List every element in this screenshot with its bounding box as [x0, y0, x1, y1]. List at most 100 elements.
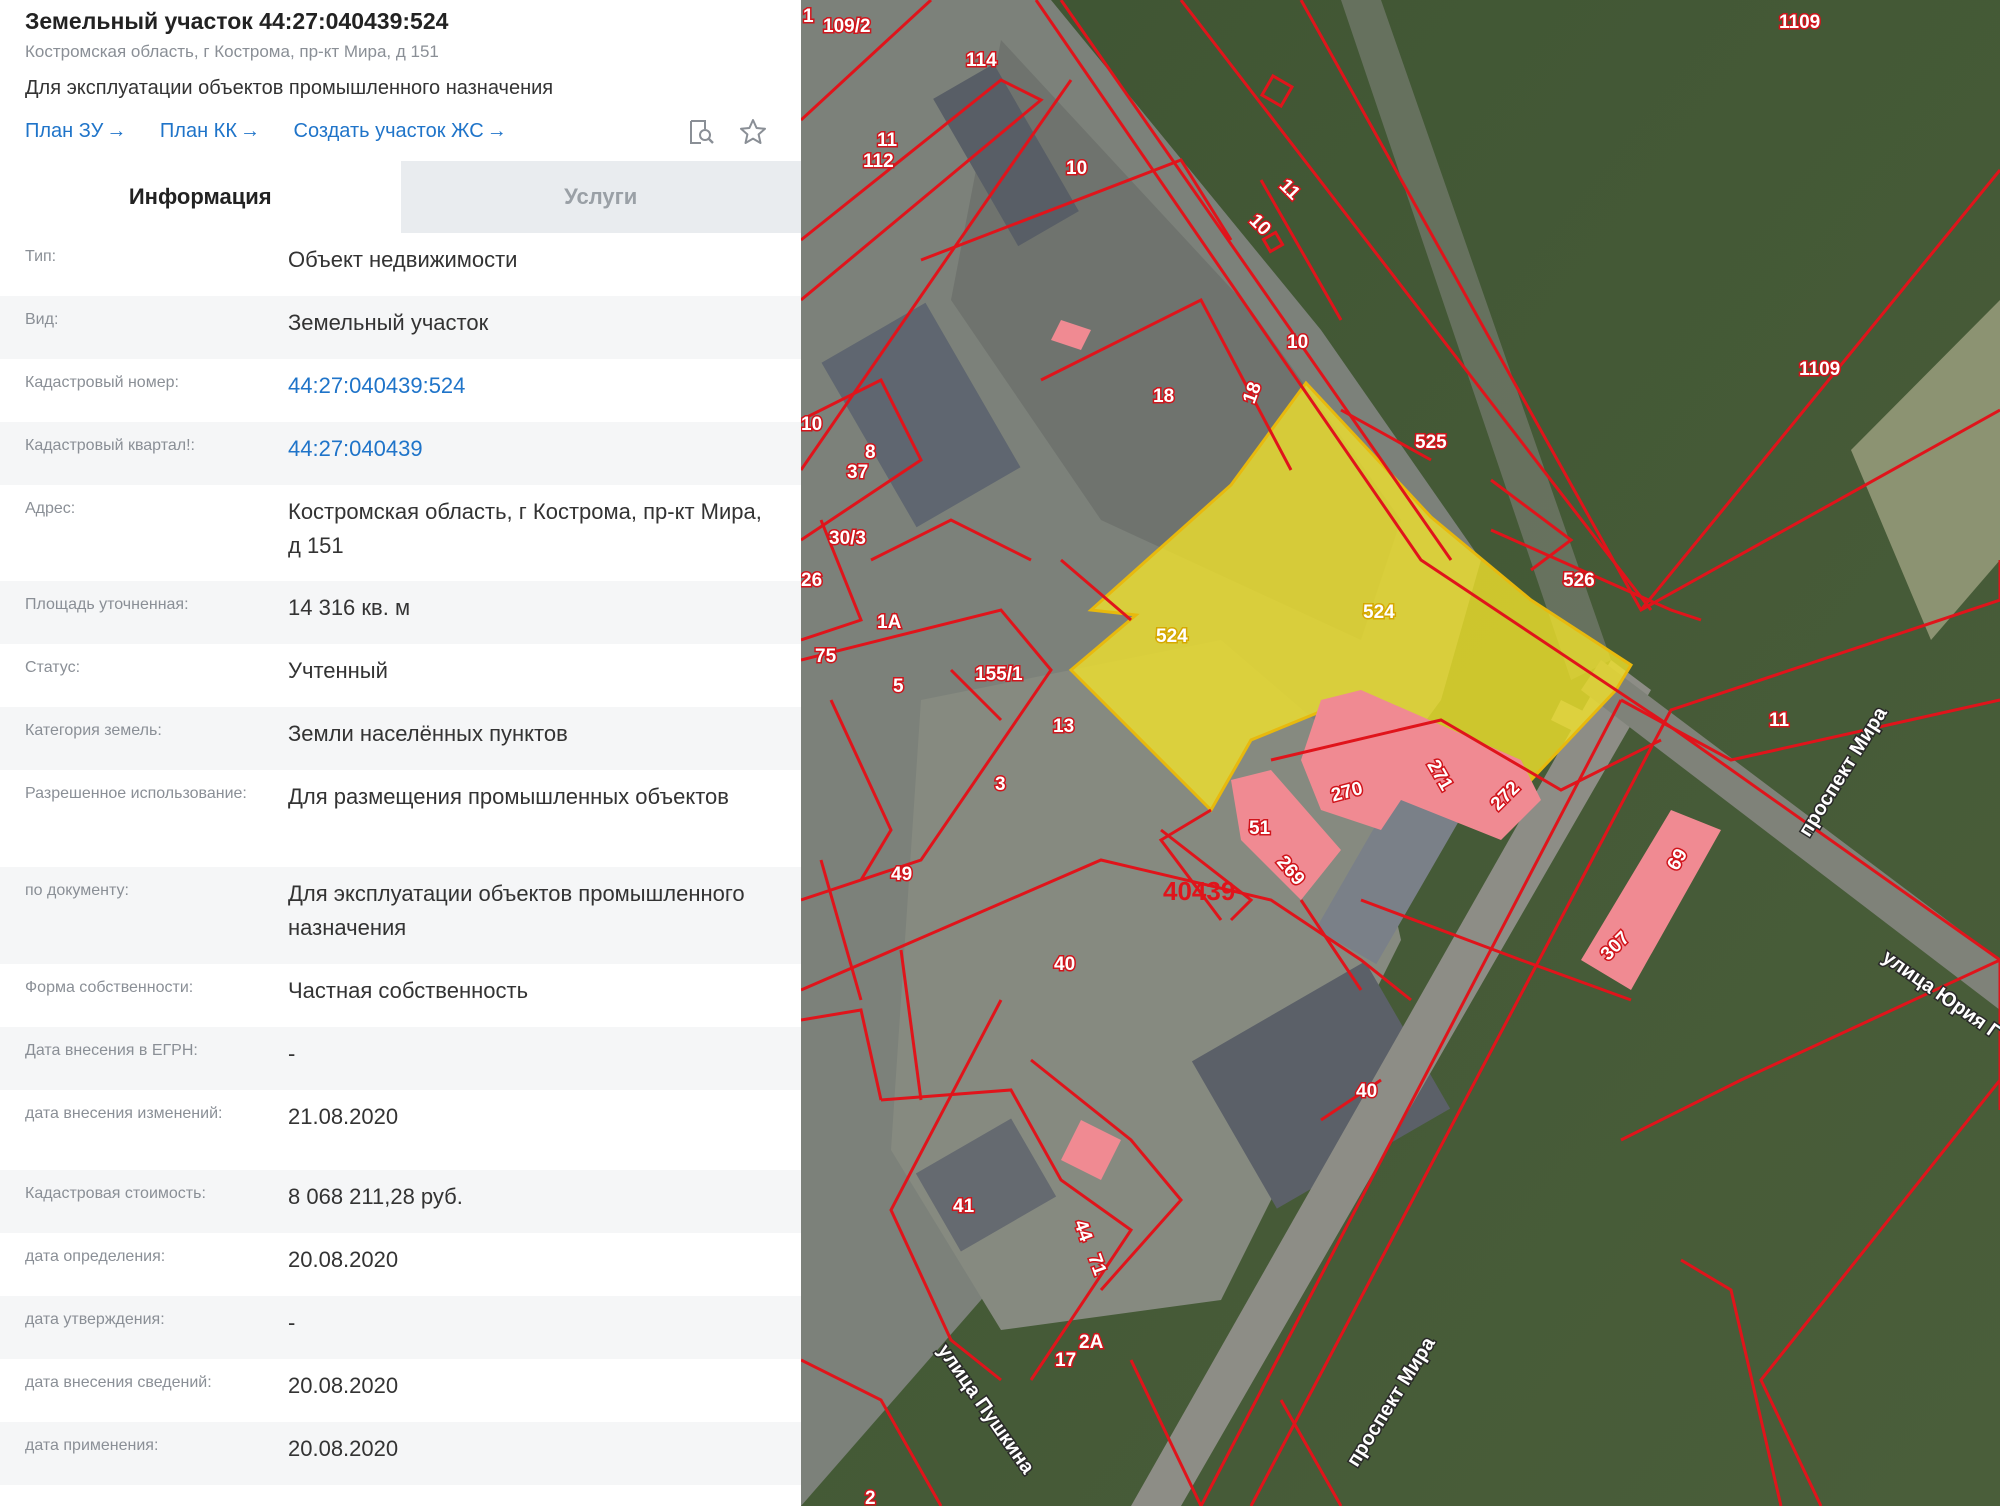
info-row-type: Тип: Объект недвижимости: [0, 233, 801, 296]
info-label: Дата внесения в ЕГРН:: [25, 1042, 198, 1059]
parcel-label: 49: [891, 864, 912, 885]
parcel-label: 2А: [1079, 1332, 1104, 1353]
info-row-by-document: по документу: Для эксплуатации объектов …: [0, 867, 801, 964]
info-label: Разрешенное использование:: [25, 785, 247, 802]
info-label: Тип:: [25, 248, 57, 265]
info-value: 20.08.2020: [288, 1247, 399, 1272]
info-row-approval-date: дата утверждения: -: [0, 1296, 801, 1359]
parcel-label: 26: [801, 570, 822, 591]
info-row-kind: Вид: Земельный участок: [0, 296, 801, 359]
arrow-right-icon: →: [486, 120, 507, 142]
parcel-label: 1109: [1779, 12, 1820, 33]
info-label: дата внесения сведений:: [25, 1374, 212, 1391]
info-value: -: [288, 1041, 296, 1066]
parcel-label: 13: [1053, 716, 1074, 737]
info-row-determination-date: дата определения: 20.08.2020: [0, 1233, 801, 1296]
create-parcel-link[interactable]: Создать участок ЖС →: [294, 120, 507, 142]
info-label: Вид:: [25, 311, 59, 328]
info-row-info-entry-date: дата внесения сведений: 20.08.2020: [0, 1359, 801, 1422]
info-row-cadastral-value: Кадастровая стоимость: 8 068 211,28 руб.: [0, 1170, 801, 1233]
info-value: Для эксплуатации объектов промышленного …: [288, 881, 745, 940]
info-label: Форма собственности:: [25, 979, 194, 996]
parcel-label-selected: 524: [1363, 602, 1395, 623]
parcel-label: 3: [995, 774, 1006, 795]
parcel-label: 5: [893, 676, 904, 697]
parcel-label: 41: [953, 1196, 975, 1217]
info-value: 21.08.2020: [288, 1104, 399, 1129]
parcel-label: 11: [877, 130, 898, 151]
parcel-label: 525: [1415, 432, 1447, 453]
info-label: Категория земель:: [25, 722, 162, 739]
info-row-cadastral-number: Кадастровый номер: 44:27:040439:524: [0, 359, 801, 422]
cadastral-number-link[interactable]: 44:27:040439:524: [288, 369, 776, 422]
parcel-label: 10: [801, 414, 822, 435]
info-label: по документу:: [25, 882, 129, 899]
info-label: Площадь уточненная:: [25, 596, 189, 613]
parcel-label: 40: [1054, 954, 1075, 975]
tab-information[interactable]: Информация: [0, 161, 401, 233]
search-document-icon[interactable]: [685, 116, 717, 148]
header-icons: [685, 116, 769, 148]
star-icon[interactable]: [737, 116, 769, 148]
parcel-label: 30/3: [829, 528, 866, 549]
info-row-ownership: Форма собственности: Частная собственнос…: [0, 964, 801, 1027]
info-panel: Земельный участок 44:27:040439:524 Костр…: [0, 0, 801, 1506]
plan-zu-label: План ЗУ: [25, 120, 104, 142]
info-label: дата применения:: [25, 1437, 159, 1454]
info-row-address: Адрес: Костромская область, г Кострома, …: [0, 485, 801, 581]
info-label: Кадастровый квартал!:: [25, 437, 195, 454]
plan-zu-link[interactable]: План ЗУ →: [25, 120, 126, 142]
parcel-label: 10: [1066, 158, 1087, 179]
info-label: дата внесения изменений:: [25, 1105, 223, 1122]
parcel-label: 18: [1153, 386, 1174, 407]
panel-header: Земельный участок 44:27:040439:524 Костр…: [0, 0, 801, 156]
cadastral-quarter-label: 40439: [1163, 876, 1235, 906]
parcel-title: Земельный участок 44:27:040439:524: [25, 8, 449, 34]
parcel-label: 526: [1563, 570, 1595, 591]
info-row-application-date: дата применения: 20.08.2020: [0, 1422, 801, 1485]
info-value: 20.08.2020: [288, 1373, 399, 1398]
info-label: Адрес:: [25, 500, 76, 517]
parcel-label: 11: [1769, 710, 1790, 731]
parcel-label: 155/1: [975, 664, 1023, 685]
info-value: Костромская область, г Кострома, пр-кт М…: [288, 499, 762, 558]
header-links: План ЗУ → План КК → Создать участок ЖС →: [25, 114, 801, 156]
info-row-cadastral-quarter: Кадастровый квартал!: 44:27:040439: [0, 422, 801, 485]
info-label: Кадастровая стоимость:: [25, 1185, 206, 1202]
parcel-label: 8: [865, 442, 876, 463]
parcel-label: 75: [815, 646, 837, 667]
parcel-label: 114: [966, 50, 997, 71]
info-label: Кадастровый номер:: [25, 374, 179, 391]
info-table: Тип: Объект недвижимости Вид: Земельный …: [0, 233, 801, 1485]
parcel-purpose: Для эксплуатации объектов промышленного …: [25, 77, 554, 99]
parcel-address: Костромская область, г Кострома, пр-кт М…: [25, 42, 439, 61]
info-value: 20.08.2020: [288, 1436, 399, 1461]
map-canvas[interactable]: 1 109/2 114 1109 11 112 10 11 10 10 18 1…: [801, 0, 2000, 1506]
parcel-label: 37: [847, 462, 868, 483]
parcel-label: 17: [1055, 1350, 1076, 1371]
panel-tabs: Информация Услуги: [0, 161, 801, 233]
info-value: Объект недвижимости: [288, 247, 518, 272]
plan-kk-link[interactable]: План КК →: [160, 120, 260, 142]
info-value: Для размещения промышленных объектов: [288, 784, 729, 809]
info-value: 8 068 211,28 руб.: [288, 1184, 463, 1209]
info-label: дата определения:: [25, 1248, 166, 1265]
parcel-label: 1А: [877, 612, 902, 633]
arrow-right-icon: →: [106, 120, 127, 142]
info-row-status: Статус: Учтенный: [0, 644, 801, 707]
info-label: дата утверждения:: [25, 1311, 165, 1328]
create-parcel-label: Создать участок ЖС: [293, 120, 484, 142]
arrow-right-icon: →: [239, 120, 260, 142]
cadastral-quarter-link[interactable]: 44:27:040439: [288, 432, 776, 485]
info-row-permitted-use: Разрешенное использование: Для размещени…: [0, 770, 801, 867]
tab-services[interactable]: Услуги: [400, 161, 801, 233]
info-row-area: Площадь уточненная: 14 316 кв. м: [0, 581, 801, 644]
parcel-label-selected: 524: [1156, 626, 1188, 647]
cadastral-map[interactable]: 1 109/2 114 1109 11 112 10 11 10 10 18 1…: [801, 0, 2000, 1506]
info-row-egrn-date: Дата внесения в ЕГРН: -: [0, 1027, 801, 1090]
info-value: Частная собственность: [288, 978, 529, 1003]
parcel-label: 1: [803, 6, 814, 27]
info-value: Земельный участок: [288, 310, 489, 335]
parcel-label: 10: [1287, 332, 1308, 353]
parcel-label: 2: [865, 1488, 876, 1506]
